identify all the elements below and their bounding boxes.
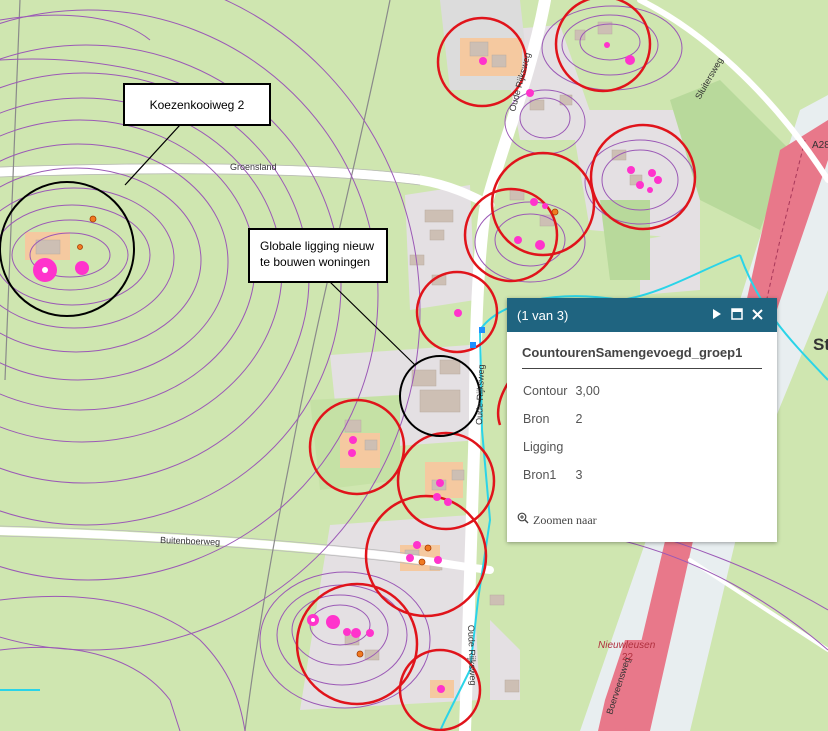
attribute-name: Bron bbox=[523, 412, 550, 426]
popup-title: CountourenSamengevoegd_groep1 bbox=[522, 345, 762, 369]
popup-header: (1 van 3) bbox=[507, 298, 777, 332]
attribute-row: Contour 3,00 bbox=[519, 377, 604, 405]
label-oude-rijksweg-bottom: Oude Rijksweg bbox=[466, 625, 478, 686]
zoom-to-link[interactable]: Zoomen naar bbox=[517, 512, 597, 528]
popup-counter: (1 van 3) bbox=[517, 307, 569, 323]
attribute-row: Bron1 3 bbox=[519, 461, 604, 489]
zoom-label: Zoomen naar bbox=[533, 512, 597, 527]
callout-nieuwbouw: Globale ligging nieuw te bouwen woningen bbox=[248, 228, 388, 283]
label-groensland: Groensland bbox=[230, 162, 277, 172]
attribute-table: Contour 3,00 Bron 2 Ligging Bron1 3 bbox=[519, 377, 604, 489]
attribute-row: Ligging bbox=[519, 433, 604, 461]
callout-koezenkooiweg: Koezenkooiweg 2 bbox=[123, 83, 271, 126]
attribute-value: 3 bbox=[575, 468, 583, 482]
attribute-value: 3,00 bbox=[575, 384, 600, 398]
label-edge-letters: St bbox=[813, 335, 828, 354]
label-oude-rijksweg-mid: Oude Rijksweg bbox=[474, 364, 486, 425]
attribute-name: Ligging bbox=[523, 440, 564, 454]
label-a28: A28 bbox=[812, 140, 828, 151]
close-icon[interactable] bbox=[747, 308, 767, 323]
label-nieuwleusen: Nieuwleusen bbox=[598, 640, 656, 651]
feature-popup: (1 van 3) CountourenSamengevoegd_groep1 … bbox=[507, 298, 777, 542]
maximize-icon[interactable] bbox=[727, 307, 747, 323]
label-exit-number: 22 bbox=[622, 652, 634, 663]
play-icon[interactable] bbox=[707, 308, 727, 323]
attribute-row: Bron 2 bbox=[519, 405, 604, 433]
attribute-value: 2 bbox=[575, 412, 583, 426]
attribute-name: Bron1 bbox=[523, 468, 557, 482]
label-buitenboerweg: Buitenboerweg bbox=[160, 535, 220, 547]
attribute-value bbox=[571, 433, 603, 461]
zoom-in-icon bbox=[517, 512, 529, 528]
attribute-name: Contour bbox=[523, 384, 568, 398]
